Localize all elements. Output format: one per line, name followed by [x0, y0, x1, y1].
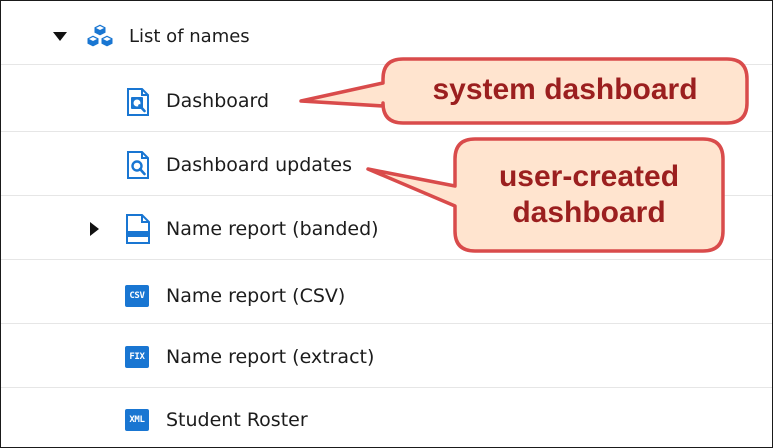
callout-system-text: system dashboard [432, 73, 698, 106]
callout-user-text-line1: user-created [498, 160, 680, 193]
tree-panel: List of names Dashboard Dashboard update… [0, 0, 773, 448]
callout-user-text-line2: dashboard [512, 196, 666, 229]
